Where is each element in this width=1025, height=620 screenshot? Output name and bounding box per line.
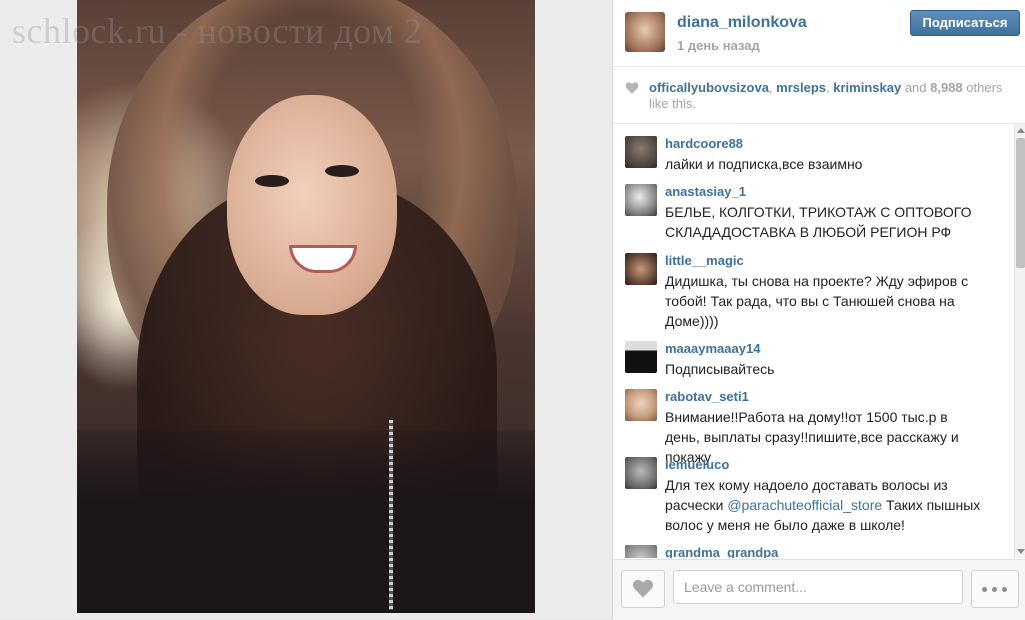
commenter-avatar[interactable] [625, 253, 657, 285]
commenter-username[interactable]: rabotav_seti1 [665, 389, 749, 404]
heart-icon [632, 579, 654, 598]
likes-and: and [901, 80, 931, 95]
commenter-username[interactable]: anastasiay_1 [665, 184, 746, 199]
more-dots-icon [992, 587, 997, 592]
post-panel: diana_milonkova 1 день назад Подписаться… [612, 0, 1025, 620]
mention-link[interactable]: @parachuteofficial_store [727, 497, 882, 513]
commenter-username[interactable]: maaaymaaay14 [665, 341, 760, 356]
liker-link[interactable]: kriminskay [833, 80, 901, 95]
likes-section: officallyubovsizova, mrsleps, kriminskay… [613, 67, 1025, 124]
scroll-up-arrow-icon[interactable] [1017, 128, 1025, 133]
face [227, 95, 397, 315]
scroll-thumb[interactable] [1016, 138, 1025, 268]
comment-footer [613, 559, 1025, 620]
commenter-username[interactable]: lemueluco [665, 457, 729, 472]
more-dots-icon [1002, 587, 1007, 592]
author-avatar[interactable] [625, 12, 665, 52]
comment-text: Дидишка, ты снова на проекте? Жду эфиров… [665, 273, 969, 329]
more-dots-icon [982, 587, 987, 592]
follow-button[interactable]: Подписаться [910, 10, 1020, 36]
smile [289, 245, 357, 273]
comment-input[interactable] [673, 570, 963, 604]
like-button[interactable] [621, 570, 665, 608]
commenter-avatar[interactable] [625, 184, 657, 216]
commenter-username[interactable]: grandma_grandpa [665, 545, 778, 558]
likes-count[interactable]: 8,988 [930, 80, 963, 95]
post-header: diana_milonkova 1 день назад Подписаться [613, 0, 1025, 67]
left-eye [255, 175, 289, 187]
commenter-avatar[interactable] [625, 136, 657, 168]
more-options-button[interactable] [971, 570, 1019, 608]
commenter-username[interactable]: little__magic [665, 253, 744, 268]
right-eye [325, 165, 359, 177]
commenter-avatar[interactable] [625, 545, 657, 558]
scroll-down-arrow-icon[interactable] [1017, 549, 1025, 554]
commenter-avatar[interactable] [625, 389, 657, 421]
coat [77, 430, 535, 613]
post-timestamp[interactable]: 1 день назад [677, 38, 760, 53]
commenter-username[interactable]: hardcoore88 [665, 136, 743, 151]
likes-text: officallyubovsizova, mrsleps, kriminskay… [649, 80, 1019, 112]
comment-text: Подписывайтесь [665, 361, 775, 377]
comments-scrollbar[interactable] [1014, 124, 1025, 558]
liker-link[interactable]: mrsleps [776, 80, 826, 95]
comment-text: БЕЛЬЕ, КОЛГОТКИ, ТРИКОТАЖ С ОПТОВОГО СКЛ… [665, 204, 972, 240]
commenter-avatar[interactable] [625, 341, 657, 373]
author-username[interactable]: diana_milonkova [677, 14, 807, 32]
comments-list: hardcoore88 лайки и подписка,все взаимно… [613, 124, 1013, 558]
watermark: schlock.ru - новости дом 2 [12, 11, 423, 51]
comment-text: лайки и подписка,все взаимно [665, 156, 863, 172]
photo-area: schlock.ru - новости дом 2 [0, 0, 612, 619]
comment-text: Для тех кому надоело доставать волосы из… [665, 475, 985, 535]
zipper [389, 420, 393, 610]
commenter-avatar[interactable] [625, 457, 657, 489]
post-photo[interactable] [77, 0, 535, 613]
liker-link[interactable]: officallyubovsizova [649, 80, 769, 95]
heart-icon [625, 82, 639, 94]
